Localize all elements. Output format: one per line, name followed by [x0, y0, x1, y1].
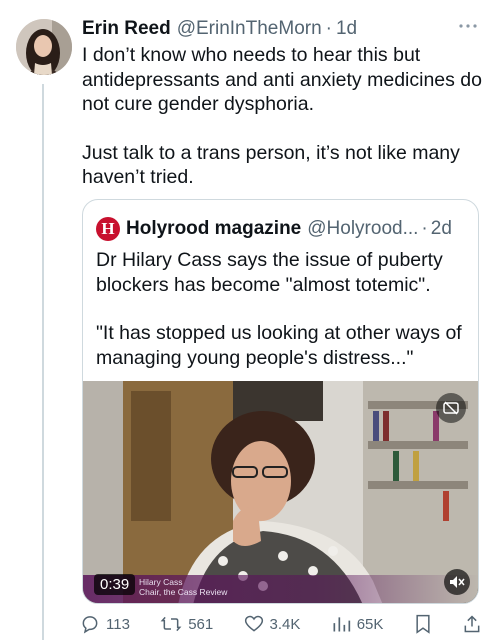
- views-button[interactable]: 65K: [331, 614, 384, 634]
- quote-paragraph: Dr Hilary Cass says the issue of puberty…: [96, 249, 443, 296]
- share-icon: [464, 615, 480, 633]
- quote-header: H Holyrood magazine @Holyrood... · 2d: [96, 216, 468, 242]
- tweet-header: Erin Reed @ErinInTheMorn · 1d: [82, 16, 480, 42]
- quote-time: 2d: [430, 218, 452, 239]
- video-duration: 0:39: [94, 574, 136, 595]
- tweet-paragraph: I don’t know who needs to hear this but …: [82, 44, 482, 115]
- like-button[interactable]: 3.4K: [244, 614, 301, 634]
- tweet-text: I don’t know who needs to hear this but …: [82, 43, 482, 190]
- thread-line: [42, 84, 44, 640]
- repost-icon: [160, 616, 182, 632]
- video-frame: [83, 381, 478, 603]
- repost-count: 561: [188, 615, 214, 633]
- separator: ·: [421, 218, 428, 239]
- bookmark-icon: [416, 614, 430, 634]
- tweet-time[interactable]: 1d: [336, 18, 357, 40]
- caption-title: Chair, the Cass Review: [139, 586, 228, 597]
- quote-author-name: Holyrood magazine: [126, 218, 302, 239]
- author-name[interactable]: Erin Reed: [82, 18, 171, 40]
- reply-button[interactable]: 113: [80, 614, 130, 634]
- reply-count: 113: [106, 615, 130, 633]
- like-count: 3.4K: [269, 615, 301, 633]
- lower-third-caption: Hilary Cass Chair, the Cass Review: [139, 577, 299, 597]
- more-icon[interactable]: [456, 14, 480, 38]
- reply-icon: [82, 616, 98, 634]
- tweet-paragraph: Just talk to a trans person, it’s not li…: [82, 141, 460, 189]
- share-button[interactable]: [462, 614, 482, 634]
- avatar[interactable]: [16, 19, 72, 75]
- like-icon: [244, 615, 263, 632]
- mute-icon[interactable]: [444, 569, 470, 595]
- quote-author-handle: @Holyrood...: [307, 218, 419, 239]
- video-player[interactable]: Hilary Cass Chair, the Cass Review 0:39: [83, 381, 478, 603]
- holyrood-logo: H: [96, 217, 120, 241]
- action-bar: 113 561 3.4K 65K: [80, 610, 482, 638]
- author-handle[interactable]: @ErinInTheMorn: [177, 18, 322, 40]
- quote-paragraph: "It has stopped us looking at other ways…: [96, 322, 462, 369]
- quote-text: Dr Hilary Cass says the issue of puberty…: [96, 248, 466, 370]
- captions-off-icon[interactable]: [436, 393, 466, 423]
- bookmark-button[interactable]: [414, 614, 432, 634]
- views-count: 65K: [356, 615, 384, 633]
- views-icon: [333, 617, 350, 632]
- repost-button[interactable]: 561: [160, 614, 213, 634]
- separator: ·: [325, 18, 332, 39]
- quote-tweet[interactable]: H Holyrood magazine @Holyrood... · 2d Dr…: [82, 199, 479, 604]
